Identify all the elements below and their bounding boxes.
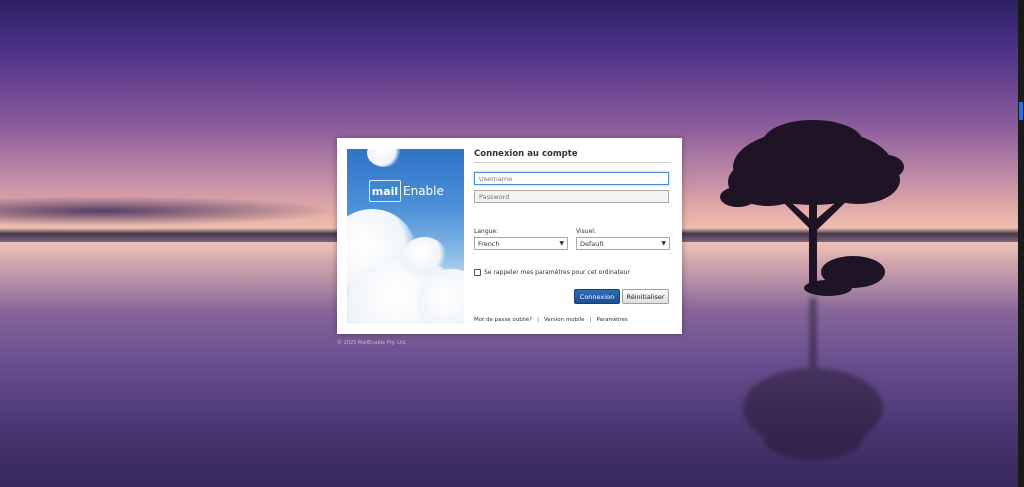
language-label: Langue: [474,228,499,235]
language-select-value: French [478,239,500,248]
footer-links: Mot de passe oublié? | Version mobile | … [474,317,628,323]
remember-row: Se rappeler mes paramètres pour cet ordi… [474,269,630,276]
brand-cloud [367,149,402,167]
screen-right-edge [1018,0,1024,487]
background-tree [720,120,904,296]
mailenable-logo: mail Enable [369,179,444,203]
background-cloud-band [0,196,340,226]
footer-separator: | [589,317,592,323]
mobile-version-link[interactable]: Version mobile [544,317,585,323]
logo-word-enable: Enable [403,184,444,198]
password-input[interactable] [474,190,669,203]
envelope-icon: mail [369,180,401,202]
skin-select-value: Default [580,239,604,248]
language-select[interactable]: French ▼ [474,237,568,250]
brand-panel: mail Enable [347,149,464,324]
username-input[interactable] [474,172,669,185]
forgot-password-link[interactable]: Mot de passe oublié? [474,317,532,323]
settings-link[interactable]: Paramètres [596,317,627,323]
footer-separator: | [537,317,539,323]
chevron-down-icon: ▼ [661,240,666,247]
skin-select[interactable]: Default ▼ [576,237,670,250]
chevron-down-icon: ▼ [559,240,564,247]
edge-accent-tick [1019,102,1023,120]
reset-button[interactable]: Réinitialiser [622,289,669,304]
login-card: mail Enable Connexion au compte Langue: … [337,138,682,334]
login-button[interactable]: Connexion [574,289,620,304]
remember-label[interactable]: Se rappeler mes paramètres pour cet ordi… [484,269,630,276]
copyright-text: © 2025 MailEnable Pty. Ltd. [337,340,407,346]
remember-checkbox[interactable] [474,269,481,276]
title-divider [474,162,671,163]
login-form: Connexion au compte Langue: French ▼ Vis… [474,146,671,326]
logo-word-mail: mail [371,184,399,198]
background-tree-reflection [743,298,883,460]
login-page: mail Enable Connexion au compte Langue: … [0,0,1024,487]
skin-label: Visuel: [576,228,596,235]
page-title: Connexion au compte [474,149,578,159]
